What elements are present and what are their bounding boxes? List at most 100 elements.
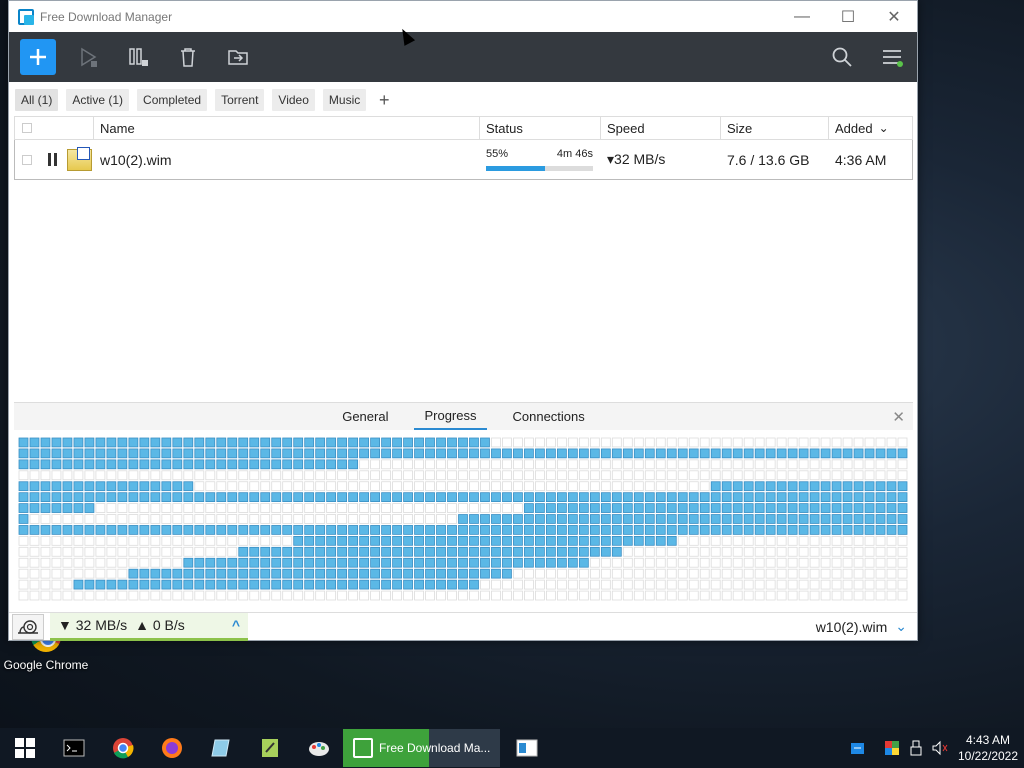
- piece-pending: [743, 437, 754, 448]
- piece-pending: [875, 459, 886, 470]
- taskbar-chrome[interactable]: [98, 728, 147, 768]
- piece-downloaded: [578, 503, 589, 513]
- piece-pending: [875, 546, 886, 557]
- piece-pending: [567, 481, 578, 492]
- piece-downloaded: [271, 459, 282, 470]
- piece-pending: [458, 503, 468, 513]
- speed-column-header[interactable]: Speed: [601, 117, 721, 139]
- volume-muted-icon[interactable]: [928, 728, 952, 768]
- piece-downloaded: [150, 579, 161, 590]
- start-button[interactable]: [0, 728, 49, 768]
- filter-completed[interactable]: Completed: [137, 89, 208, 111]
- piece-downloaded: [359, 536, 370, 546]
- piece-downloaded: [787, 525, 798, 535]
- piece-downloaded: [304, 525, 315, 535]
- resume-button[interactable]: [63, 32, 113, 82]
- filter-torrent[interactable]: Torrent: [215, 89, 265, 111]
- piece-pending: [249, 536, 260, 546]
- piece-pending: [359, 503, 370, 513]
- piece-downloaded: [29, 492, 40, 502]
- usb-icon[interactable]: [904, 728, 928, 768]
- piece-downloaded: [62, 459, 73, 470]
- piece-pending: [458, 481, 468, 492]
- system-clock[interactable]: 4:43 AM 10/22/2022: [952, 732, 1024, 764]
- filter-all[interactable]: All (1): [15, 89, 59, 111]
- piece-downloaded: [227, 492, 238, 502]
- piece-downloaded: [18, 492, 29, 502]
- add-download-button[interactable]: [13, 32, 63, 82]
- taskbar-paint[interactable]: [294, 728, 343, 768]
- piece-downloaded: [458, 546, 468, 557]
- taskbar-firefox[interactable]: [147, 728, 196, 768]
- piece-downloaded: [425, 492, 435, 502]
- piece-pending: [480, 579, 490, 590]
- selected-file-name: w10(2).wim: [815, 618, 888, 635]
- size-column-header[interactable]: Size: [721, 117, 829, 139]
- selected-file-indicator[interactable]: w10(2).wim ⌄: [816, 618, 907, 635]
- add-filter-button[interactable]: +: [374, 90, 394, 111]
- piece-pending: [436, 459, 446, 470]
- added-column-header[interactable]: Added ⌄: [829, 117, 912, 139]
- search-button[interactable]: [817, 32, 867, 82]
- piece-pending: [139, 557, 150, 568]
- speed-limit-snail-icon[interactable]: [12, 613, 44, 640]
- tray-fdm-icon[interactable]: [846, 728, 870, 768]
- piece-downloaded: [139, 525, 150, 535]
- pause-icon[interactable]: [48, 153, 57, 166]
- piece-downloaded: [578, 536, 589, 546]
- piece-downloaded: [282, 492, 293, 502]
- pause-button[interactable]: [113, 32, 163, 82]
- piece-downloaded: [622, 448, 633, 459]
- close-panel-icon[interactable]: ✕: [892, 408, 905, 426]
- tab-progress[interactable]: Progress: [414, 403, 487, 430]
- piece-pending: [40, 568, 51, 579]
- piece-pending: [622, 546, 633, 557]
- piece-downloaded: [183, 492, 194, 502]
- piece-pending: [831, 437, 842, 448]
- piece-pending: [227, 470, 238, 481]
- name-column-header[interactable]: Name: [94, 117, 480, 139]
- tray-color-icon[interactable]: [880, 728, 904, 768]
- piece-downloaded: [897, 481, 908, 492]
- piece-downloaded: [249, 492, 260, 502]
- close-button[interactable]: ✕: [871, 1, 917, 32]
- maximize-button[interactable]: ☐: [825, 1, 871, 32]
- piece-pending: [644, 557, 655, 568]
- filter-video[interactable]: Video: [272, 89, 315, 111]
- tab-general[interactable]: General: [332, 404, 398, 429]
- piece-pending: [348, 470, 359, 481]
- piece-downloaded: [216, 492, 227, 502]
- select-all-checkbox[interactable]: [22, 123, 32, 133]
- piece-downloaded: [205, 459, 216, 470]
- piece-pending: [370, 481, 380, 492]
- taskbar-free-download-manager[interactable]: Free Download Ma...: [343, 729, 500, 767]
- piece-downloaded: [644, 514, 655, 524]
- piece-pending: [271, 590, 282, 601]
- status-column-header[interactable]: Status: [480, 117, 601, 139]
- piece-pending: [666, 579, 677, 590]
- expand-speeds-chevron-icon[interactable]: ^: [232, 617, 240, 633]
- row-checkbox[interactable]: [22, 154, 32, 165]
- piece-pending: [688, 590, 699, 601]
- piece-downloaded: [381, 437, 391, 448]
- tab-connections[interactable]: Connections: [503, 404, 595, 429]
- filter-music[interactable]: Music: [322, 89, 367, 111]
- piece-pending: [139, 536, 150, 546]
- piece-downloaded: [447, 546, 457, 557]
- piece-downloaded: [392, 546, 402, 557]
- piece-pending: [864, 568, 875, 579]
- piece-downloaded: [853, 525, 864, 535]
- table-row[interactable]: w10(2).wim 55% 4m 46s ▾32 MB/s 7.6 / 13.…: [14, 140, 913, 180]
- delete-button[interactable]: [163, 32, 213, 82]
- move-to-folder-button[interactable]: [213, 32, 263, 82]
- piece-downloaded: [688, 525, 699, 535]
- taskbar-app-extra[interactable]: [502, 728, 551, 768]
- taskbar-notepad[interactable]: [196, 728, 245, 768]
- menu-button[interactable]: [867, 32, 917, 82]
- piece-downloaded: [128, 448, 139, 459]
- filter-active[interactable]: Active (1): [66, 89, 130, 111]
- minimize-button[interactable]: —: [779, 1, 825, 32]
- taskbar-notepad-plus[interactable]: [245, 728, 294, 768]
- piece-downloaded: [194, 525, 205, 535]
- taskbar-terminal[interactable]: [49, 728, 98, 768]
